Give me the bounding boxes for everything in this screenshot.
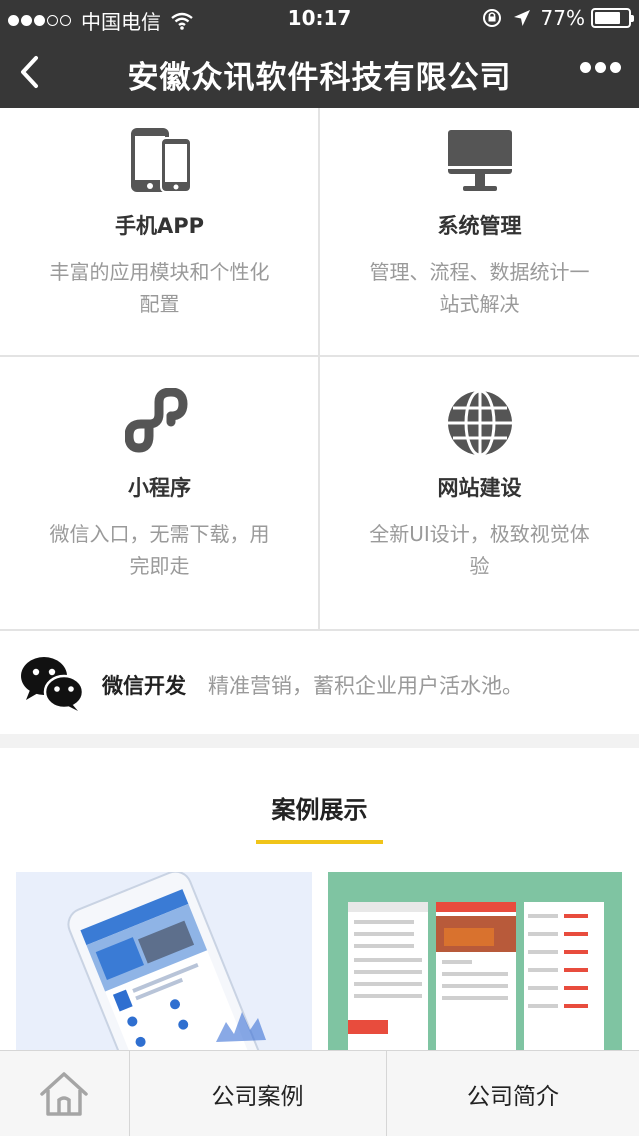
phone-mockup-image [67,872,267,1052]
wechat-dev-row[interactable]: 微信开发 精准营销，蓄积企业用户活水池。 [0,632,639,734]
tab-company-intro[interactable]: 公司简介 [386,1051,639,1136]
home-icon [40,1072,88,1116]
feature-card-mini-program[interactable]: 小程序 微信入口，无需下载，用完即走 [0,370,319,631]
feature-title: 小程序 [128,476,191,500]
feature-card-system[interactable]: 系统管理 管理、流程、数据统计一站式解决 [320,108,639,369]
feature-title: 系统管理 [437,214,522,238]
page-title: 安徽众讯软件科技有限公司 [127,60,512,96]
feature-desc: 微信入口，无需下载，用完即走 [49,522,270,578]
status-bar: 中国电信 10:17 77% [0,0,639,36]
feature-desc: 管理、流程、数据统计一站式解决 [369,260,590,316]
battery-icon [591,8,634,28]
feature-desc: 丰富的应用模块和个性化配置 [49,260,270,316]
case-thumbnail-app[interactable] [16,872,312,1052]
monitor-icon [447,130,512,191]
feature-desc: 全新UI设计，极致视觉体验 [369,522,590,578]
globe-icon [447,389,512,457]
tab-home[interactable] [0,1051,128,1136]
cases-title-underline [256,840,383,844]
more-menu-button[interactable] [576,62,621,73]
battery-percent: 77% [540,6,585,30]
header-bar: 中国电信 10:17 77% 安徽众讯软件科技有限公司 [0,0,639,108]
feature-title: 网站建设 [437,476,522,500]
grid-divider-vertical [318,108,320,631]
phone-icon [130,128,192,193]
feature-grid: 手机APP 丰富的应用模块和个性化配置 系统管理 管理、流程、数据统计一站式解决… [0,108,639,631]
wechat-desc: 精准营销，蓄积企业用户活水池。 [208,674,523,698]
rotation-lock-icon [482,9,501,27]
feature-title: 手机APP [114,214,205,238]
tab-company-cases[interactable]: 公司案例 [129,1051,385,1136]
feature-card-app[interactable]: 手机APP 丰富的应用模块和个性化配置 [0,108,319,369]
app-screens-image [348,902,604,1052]
bottom-tab-bar: 公司案例 公司简介 [0,1050,639,1136]
case-thumbnail-screens[interactable] [328,872,622,1052]
mini-program-icon [124,388,188,453]
wechat-icon [21,657,84,711]
grid-divider-bottom [0,629,639,631]
navigation-bar: 安徽众讯软件科技有限公司 [0,36,639,108]
cases-section-title: 案例展示 [271,796,368,824]
feature-card-website[interactable]: 网站建设 全新UI设计，极致视觉体验 [320,370,639,631]
wechat-title: 微信开发 [102,674,186,698]
section-separator [0,734,639,748]
location-icon [513,10,530,26]
grid-divider-horizontal [0,355,639,357]
